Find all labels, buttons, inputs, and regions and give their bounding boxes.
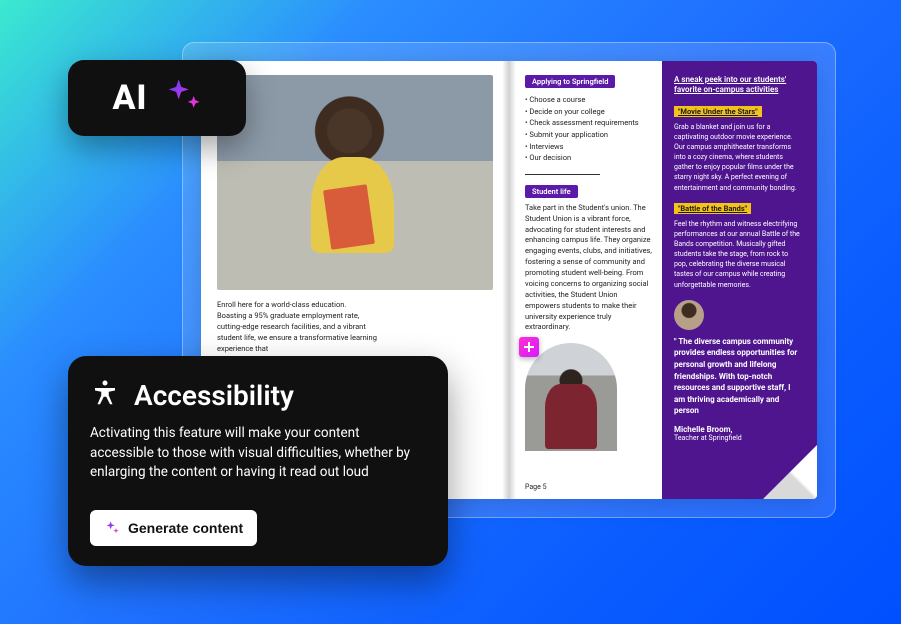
accessibility-icon	[90, 378, 120, 412]
list-item: • Submit your application	[525, 129, 654, 141]
accessibility-title: Accessibility	[134, 379, 294, 412]
event-bands-body: Feel the rhythm and witness electrifying…	[674, 219, 803, 290]
event-movie-body: Grab a blanket and join us for a captiva…	[674, 122, 803, 193]
list-item: • Choose a course	[525, 94, 654, 106]
list-item: • Interviews	[525, 141, 654, 153]
applying-heading: Applying to Springfield	[525, 75, 615, 88]
list-item: • Check assessment requirements	[525, 117, 654, 129]
hero-photo	[217, 75, 493, 290]
ai-label: AI	[112, 78, 147, 118]
event-movie-title: "Movie Under the Stars"	[674, 106, 762, 117]
accessibility-description: Activating this feature will make your c…	[90, 424, 426, 483]
accessibility-card: Accessibility Activating this feature wi…	[68, 356, 448, 566]
student-life-heading: Student life	[525, 185, 578, 198]
list-item: • Our decision	[525, 152, 654, 164]
sneak-peek-heading: A sneak peek into our students' favorite…	[674, 75, 803, 96]
intro-paragraph: Enroll here for a world-class education.…	[217, 300, 377, 354]
student-photo	[525, 343, 617, 451]
testimonial-avatar	[674, 300, 704, 330]
sparkle-icon	[104, 520, 120, 536]
student-life-body: Take part in the Student's union. The St…	[525, 203, 654, 334]
generate-content-label: Generate content	[128, 520, 243, 536]
sidebar-column: A sneak peek into our students' favorite…	[662, 61, 817, 499]
sparkle-icon	[162, 76, 202, 120]
event-bands-title: "Battle of the Bands"	[674, 203, 751, 214]
testimonial-quote: " The diverse campus community provides …	[674, 336, 803, 417]
testimonial-name: Michelle Broom,	[674, 425, 803, 434]
generate-content-button[interactable]: Generate content	[90, 510, 257, 546]
add-element-button[interactable]	[519, 337, 539, 357]
apply-bullet-list: • Choose a course • Decide on your colle…	[525, 94, 654, 164]
list-item: • Decide on your college	[525, 106, 654, 118]
ai-badge: AI	[68, 60, 246, 136]
right-column-main: Applying to Springfield • Choose a cours…	[525, 75, 662, 485]
page-number: Page 5	[525, 483, 547, 491]
brochure-page-right: Applying to Springfield • Choose a cours…	[509, 61, 817, 499]
testimonial-role: Teacher at Springfield	[674, 434, 803, 442]
